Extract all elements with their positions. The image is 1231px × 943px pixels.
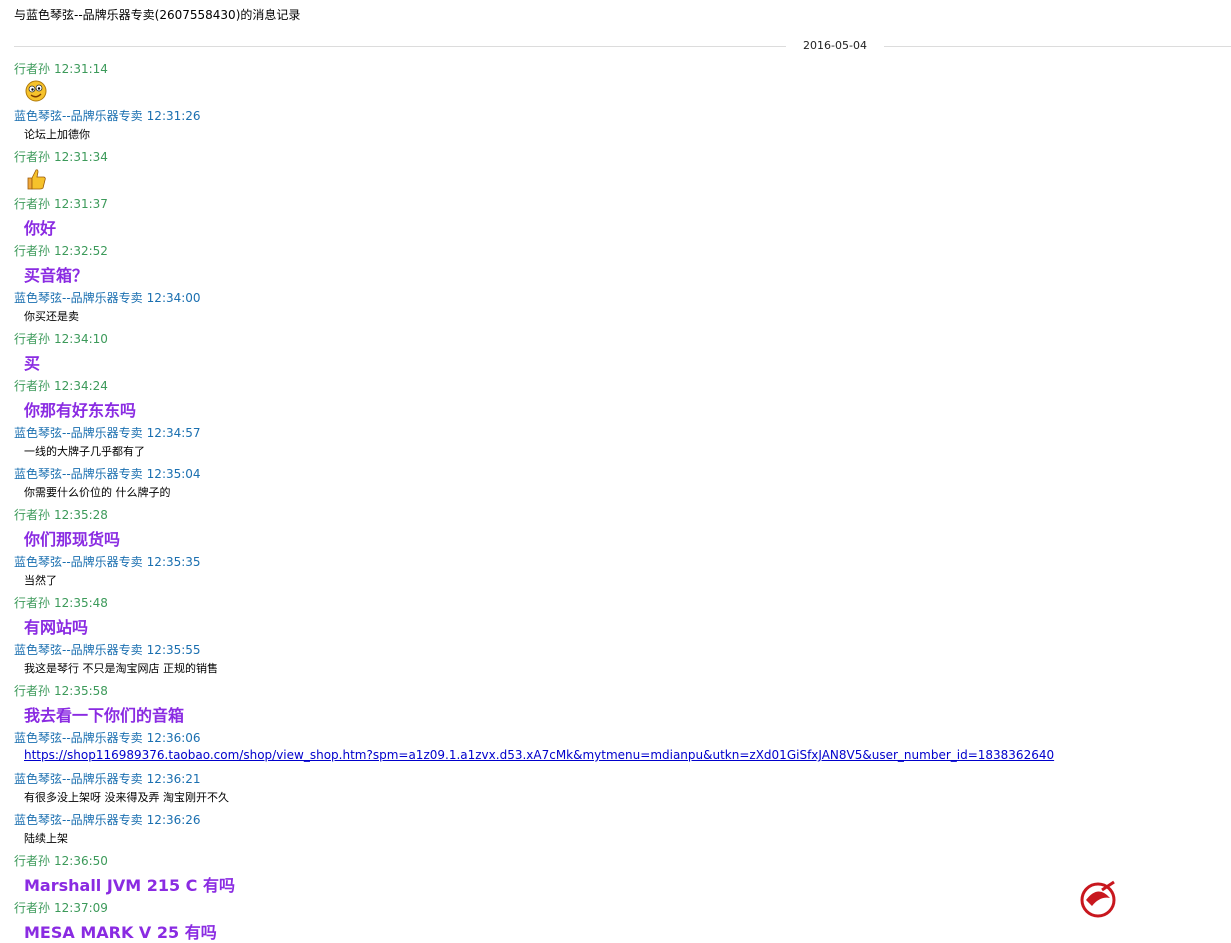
message-text: 你买还是卖 — [24, 310, 79, 323]
sender-name: 行者孙 — [14, 62, 51, 76]
message-header: 行者孙 12:35:28 — [14, 506, 108, 522]
message-text: 你好 — [24, 219, 57, 238]
message-time: 12:35:04 — [146, 467, 201, 481]
message-text: 你们那现货吗 — [24, 530, 121, 549]
message-time: 12:37:09 — [54, 901, 108, 915]
message-time: 12:35:55 — [146, 643, 201, 657]
message-time: 12:34:10 — [54, 332, 108, 346]
message-text: 当然了 — [24, 574, 57, 587]
sender-name: 蓝色琴弦--品牌乐器专卖 — [14, 555, 143, 569]
message-text: 有很多没上架呀 没来得及弄 淘宝刚开不久 — [24, 791, 229, 804]
sender-name: 蓝色琴弦--品牌乐器专卖 — [14, 426, 143, 440]
message-time: 12:34:24 — [54, 379, 108, 393]
message-header: 蓝色琴弦--品牌乐器专卖 12:34:00 — [14, 289, 201, 305]
message-link[interactable]: https://shop116989376.taobao.com/shop/vi… — [24, 748, 1054, 762]
guitar-china-logo-icon — [1080, 880, 1116, 918]
message-header: 蓝色琴弦--品牌乐器专卖 12:31:26 — [14, 107, 201, 123]
sender-name: 行者孙 — [14, 332, 51, 346]
message-header: 行者孙 12:34:24 — [14, 377, 108, 393]
message-header: 蓝色琴弦--品牌乐器专卖 12:36:06 — [14, 729, 201, 745]
message-text: 一线的大牌子几乎都有了 — [24, 445, 145, 458]
message-header: 行者孙 12:37:09 — [14, 899, 108, 915]
message-text: 买音箱？ — [24, 266, 89, 285]
message-header: 行者孙 12:31:37 — [14, 195, 108, 211]
sender-name: 蓝色琴弦--品牌乐器专卖 — [14, 643, 143, 657]
message-text: MESA MARK V 25 有吗 — [24, 923, 217, 942]
sender-name: 行者孙 — [14, 197, 51, 211]
message-header: 蓝色琴弦--品牌乐器专卖 12:34:57 — [14, 424, 201, 440]
message-time: 12:31:34 — [54, 150, 108, 164]
message-header: 行者孙 12:35:58 — [14, 682, 108, 698]
message-header: 行者孙 12:31:14 — [14, 60, 108, 76]
message-time: 12:36:50 — [54, 854, 108, 868]
watermark-logo — [1076, 876, 1226, 922]
message-text: 我去看一下你们的音箱 — [24, 706, 185, 725]
message-time: 12:35:48 — [54, 596, 108, 610]
sender-name: 蓝色琴弦--品牌乐器专卖 — [14, 467, 143, 481]
message-time: 12:34:57 — [146, 426, 201, 440]
message-text: 论坛上加德你 — [24, 128, 90, 141]
sender-name: 蓝色琴弦--品牌乐器专卖 — [14, 731, 143, 745]
message-text: Marshall JVM 215 C 有吗 — [24, 876, 235, 895]
message-header: 蓝色琴弦--品牌乐器专卖 12:35:55 — [14, 641, 201, 657]
message-text: 我这是琴行 不只是淘宝网店 正规的销售 — [24, 662, 218, 675]
message-time: 12:35:35 — [146, 555, 201, 569]
message-text: 买 — [24, 354, 41, 373]
sender-name: 行者孙 — [14, 684, 51, 698]
sender-name: 蓝色琴弦--品牌乐器专卖 — [14, 772, 143, 786]
sender-name: 行者孙 — [14, 854, 51, 868]
message-header: 蓝色琴弦--品牌乐器专卖 12:36:21 — [14, 770, 201, 786]
message-time: 12:36:06 — [146, 731, 201, 745]
smiley-face-icon — [24, 80, 48, 102]
message-header: 行者孙 12:36:50 — [14, 852, 108, 868]
message-header: 行者孙 12:32:52 — [14, 242, 108, 258]
message-text: 你那有好东东吗 — [24, 401, 137, 420]
message-header: 蓝色琴弦--品牌乐器专卖 12:35:04 — [14, 465, 201, 481]
message-time: 12:36:26 — [146, 813, 201, 827]
message-time: 12:35:28 — [54, 508, 108, 522]
sender-name: 行者孙 — [14, 150, 51, 164]
message-time: 12:35:58 — [54, 684, 108, 698]
sender-name: 蓝色琴弦--品牌乐器专卖 — [14, 291, 143, 305]
sender-name: 行者孙 — [14, 244, 51, 258]
message-header: 行者孙 12:31:34 — [14, 148, 108, 164]
sender-name: 蓝色琴弦--品牌乐器专卖 — [14, 813, 143, 827]
sender-name: 蓝色琴弦--品牌乐器专卖 — [14, 109, 143, 123]
message-header: 蓝色琴弦--品牌乐器专卖 12:36:26 — [14, 811, 201, 827]
thumbs-up-icon — [24, 168, 48, 190]
sender-name: 行者孙 — [14, 901, 51, 915]
message-list: 行者孙 12:31:14 蓝色琴弦--品牌乐器专卖 12:31:26 论坛上加德你 行者孙… — [0, 0, 1231, 942]
message-header: 行者孙 12:35:48 — [14, 594, 108, 610]
sender-name: 行者孙 — [14, 379, 51, 393]
message-time: 12:34:00 — [146, 291, 201, 305]
message-header: 行者孙 12:34:10 — [14, 330, 108, 346]
sender-name: 行者孙 — [14, 508, 51, 522]
message-text: 有网站吗 — [24, 618, 89, 637]
sender-name: 行者孙 — [14, 596, 51, 610]
message-header: 蓝色琴弦--品牌乐器专卖 12:35:35 — [14, 553, 201, 569]
message-time: 12:31:26 — [146, 109, 201, 123]
message-time: 12:32:52 — [54, 244, 108, 258]
message-text: 你需要什么价位的 什么牌子的 — [24, 486, 171, 499]
message-time: 12:31:14 — [54, 62, 108, 76]
message-text: 陆续上架 — [24, 832, 68, 845]
message-time: 12:36:21 — [146, 772, 201, 786]
message-time: 12:31:37 — [54, 197, 108, 211]
